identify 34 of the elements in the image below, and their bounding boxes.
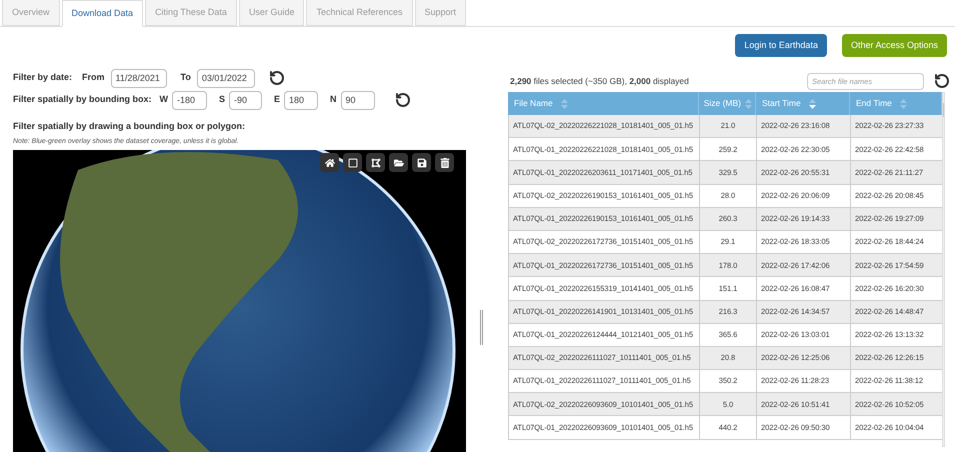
tab[interactable]: Citing These Data	[145, 0, 237, 26]
field-label: Filter spatially by bounding box:	[13, 93, 152, 106]
access-options-button[interactable]: Other Access Options	[842, 34, 947, 57]
trash-icon[interactable]	[435, 153, 454, 172]
selection-summary: 2,290 files selected (~350 GB), 2,000 displayed	[510, 74, 689, 88]
input-field[interactable]: 11/28/2021	[110, 68, 167, 88]
input-field[interactable]: 180	[284, 90, 318, 110]
input-field[interactable]: -90	[229, 90, 262, 110]
field-label: W	[160, 93, 168, 106]
input-field[interactable]: 03/01/2022	[196, 68, 255, 88]
field-label: From	[82, 71, 105, 84]
tab[interactable]: Technical References	[306, 0, 413, 26]
field-label: Filter by date:	[13, 71, 72, 84]
polygon-icon[interactable]	[366, 153, 385, 172]
save-icon[interactable]	[412, 153, 431, 172]
tab[interactable]: User Guide	[238, 0, 304, 26]
folder-icon[interactable]	[389, 153, 408, 172]
tab[interactable]: Support	[414, 0, 466, 26]
reset-icon[interactable]	[394, 92, 411, 108]
login-button[interactable]: Login to Earthdata	[735, 34, 827, 57]
field-label: E	[274, 93, 280, 106]
home-icon[interactable]	[320, 153, 339, 172]
field-label: Filter spatially by drawing a bounding box or polygon:	[13, 121, 246, 131]
field-label: S	[219, 93, 226, 106]
input-field[interactable]: -180	[172, 90, 208, 110]
scrollbar[interactable]	[942, 92, 945, 447]
field-label: To	[180, 71, 191, 84]
tab[interactable]: Overview	[2, 0, 60, 26]
tab[interactable]: Download Data	[62, 0, 144, 27]
reset-icon[interactable]	[268, 70, 285, 86]
field-label: N	[330, 93, 337, 106]
square-icon[interactable]	[343, 153, 362, 172]
reset-icon[interactable]	[934, 73, 950, 89]
input-field[interactable]: 90	[340, 90, 375, 110]
